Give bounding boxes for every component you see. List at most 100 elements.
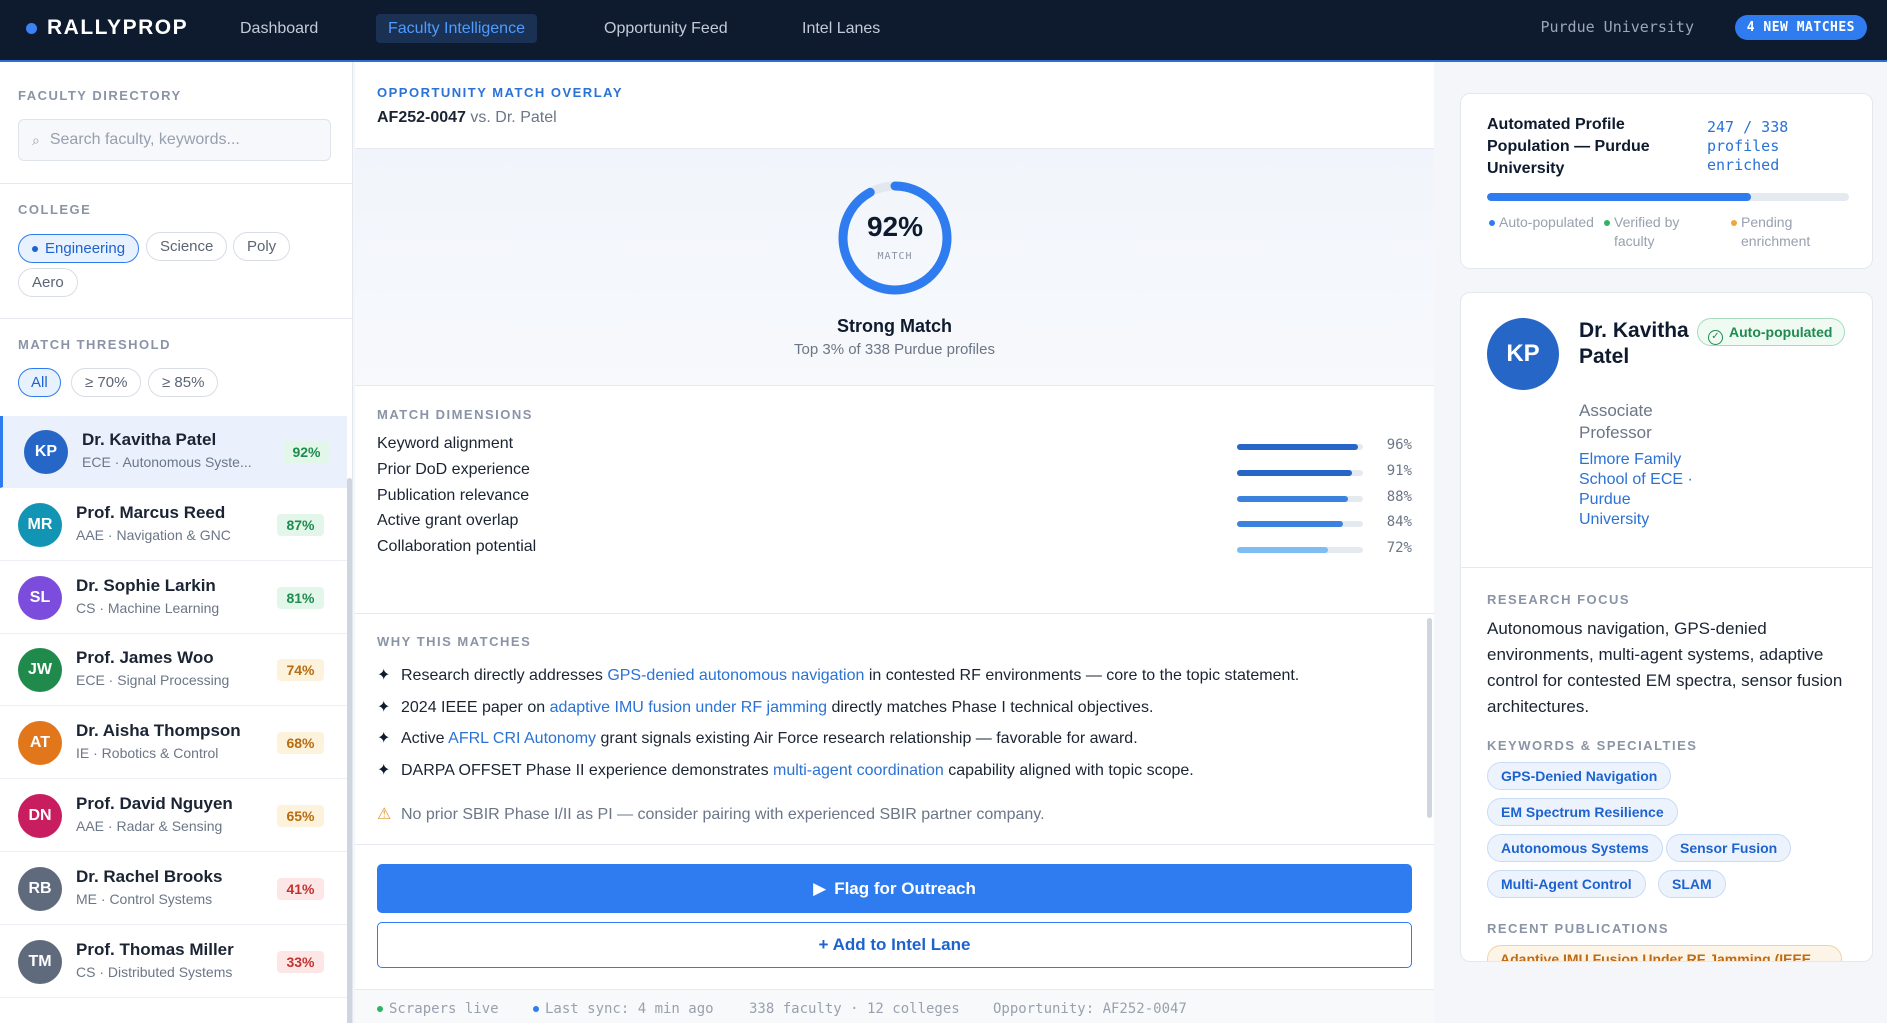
- live-dot-icon: [377, 1006, 383, 1012]
- college-chip-poly[interactable]: Poly: [233, 232, 291, 261]
- reason-highlight-link[interactable]: GPS-denied autonomous navigation: [607, 667, 864, 684]
- new-matches-badge[interactable]: 4 NEW MATCHES: [1734, 15, 1867, 40]
- nav-opportunity-feed[interactable]: Opportunity Feed: [592, 14, 740, 43]
- sync-text: Last sync: 4 min ago: [545, 1001, 714, 1017]
- opportunity-status: Opportunity: AF252-0047: [993, 1001, 1187, 1017]
- match-verdict: Strong Match: [837, 316, 952, 336]
- reason-text: Research directly addresses: [401, 667, 608, 684]
- faculty-department: ECE · Signal Processing: [76, 672, 230, 689]
- dimension-label: Keyword alignment: [377, 435, 514, 452]
- faculty-row[interactable]: MR Prof. Marcus Reed AAE · Navigation & GN…: [0, 489, 347, 561]
- overlay-title: OPPORTUNITY MATCH OVERLAY: [377, 85, 624, 100]
- match-score-hero: 92% MATCH Strong Match Top 3% of 338 Pur…: [355, 148, 1434, 386]
- keyword-chip[interactable]: Autonomous Systems: [1487, 834, 1663, 862]
- faculty-name: Prof. David Nguyen: [76, 794, 233, 813]
- reason-text: grant signals existing Air Force researc…: [596, 730, 1138, 748]
- legend-dot-icon: [1731, 220, 1737, 226]
- automation-card: Automated Profile Population — Purdue Un…: [1460, 93, 1873, 269]
- sync-dot-icon: [533, 1006, 539, 1012]
- dimension-value: 96%: [1386, 437, 1412, 453]
- legend-label: Pending enrichment: [1741, 214, 1811, 249]
- dimensions-title: MATCH DIMENSIONS: [377, 407, 533, 422]
- university-selector[interactable]: Purdue University: [1540, 18, 1694, 36]
- college-chip-science[interactable]: Science: [146, 232, 228, 261]
- brand-logo[interactable]: RALLYPROP: [26, 16, 188, 40]
- reason-row: ✦ Active AFRL CRI Autonomy grant signals …: [377, 728, 1138, 748]
- faculty-row[interactable]: AT Dr. Aisha Thompson IE · Robotics & Cont…: [0, 707, 347, 780]
- match-score-badge: 68%: [277, 732, 324, 755]
- legend-dot-icon: [1604, 220, 1610, 226]
- faculty-row[interactable]: JW Prof. James Woo ECE · Signal Processing…: [0, 634, 347, 707]
- dimension-bar-track: [1237, 495, 1363, 502]
- why-title: WHY THIS MATCHES: [377, 634, 532, 649]
- enrichment-progress-bar: [1487, 193, 1849, 201]
- threshold-chip-85[interactable]: ≥ 85%: [148, 368, 219, 397]
- nav-faculty-intelligence[interactable]: Faculty Intelligence: [376, 14, 537, 43]
- threshold-chip-all[interactable]: All: [18, 368, 61, 397]
- keyword-chip[interactable]: GPS-Denied Navigation: [1487, 762, 1672, 790]
- faculty-row[interactable]: DN Prof. David Nguyen AAE · Radar & Sensin…: [0, 780, 347, 852]
- sparkle-icon: ✦: [377, 698, 391, 716]
- flag-for-outreach-button[interactable]: ▶ Flag for Outreach: [377, 864, 1412, 913]
- dimension-bar-fill: [1237, 495, 1348, 502]
- faculty-search-input[interactable]: ⌕ Search faculty, keywords...: [18, 119, 331, 161]
- match-score-badge: 41%: [277, 877, 324, 900]
- nav-intel-lanes[interactable]: Intel Lanes: [790, 14, 892, 43]
- dimension-value: 84%: [1386, 514, 1412, 531]
- college-chip-aero[interactable]: Aero: [18, 268, 78, 297]
- legend-label: Auto-populated: [1499, 214, 1594, 230]
- check-circle-icon: ✓: [1708, 330, 1723, 345]
- reasons-scrollbar[interactable]: [1427, 618, 1432, 818]
- keyword-chip[interactable]: SLAM: [1658, 870, 1726, 898]
- dimension-bar-track: [1237, 444, 1363, 450]
- dimension-bar-track: [1237, 547, 1363, 554]
- match-label: MATCH: [877, 251, 913, 262]
- reason-row: ✦ DARPA OFFSET Phase II experience demons…: [377, 760, 1194, 780]
- reason-text: directly matches Phase I technical objec…: [827, 698, 1154, 716]
- match-score-badge: 33%: [277, 950, 324, 973]
- faculty-row[interactable]: RB Dr. Rachel Brooks ME · Control Systems 4…: [0, 853, 347, 925]
- scrapers-status: Scrapers live: [377, 1001, 499, 1017]
- play-icon: ▶: [813, 878, 827, 898]
- match-verdict-sub: Top 3% of 338 Purdue profiles: [794, 341, 995, 358]
- faculty-avatar: JW: [18, 648, 62, 693]
- faculty-row[interactable]: KP Dr. Kavitha Patel ECE · Autonomous Syst…: [0, 416, 347, 488]
- match-score-badge: 81%: [277, 586, 324, 609]
- faculty-profile-card: KP Dr. Kavitha Patel Associate Professor…: [1460, 292, 1873, 962]
- dimension-bar-track: [1237, 469, 1363, 476]
- vs-faculty: vs. Dr. Patel: [470, 109, 557, 126]
- keyword-chip[interactable]: Sensor Fusion: [1666, 834, 1792, 862]
- reason-highlight-link[interactable]: AFRL CRI Autonomy: [448, 730, 596, 747]
- profile-department-link[interactable]: Elmore Family School of ECE · Purdue Uni…: [1579, 450, 1699, 530]
- faculty-department: ECE · Autonomous Syste...: [82, 454, 252, 470]
- research-focus-text: Autonomous navigation, GPS-denied enviro…: [1487, 619, 1843, 716]
- faculty-department: ME · Control Systems: [76, 890, 213, 907]
- dimension-label: Prior DoD experience: [377, 460, 530, 478]
- status-bar: Scrapers live Last sync: 4 min ago 338 f…: [355, 989, 1434, 1023]
- dimension-bar-fill: [1237, 444, 1358, 450]
- faculty-name: Prof. Thomas Miller: [76, 939, 234, 959]
- faculty-name: Dr. Sophie Larkin: [76, 575, 216, 595]
- faculty-row[interactable]: TM Prof. Thomas Miller CS · Distributed Sy…: [0, 926, 347, 998]
- threshold-chip-70[interactable]: ≥ 70%: [71, 368, 142, 397]
- reason-highlight-link[interactable]: adaptive IMU fusion under RF jamming: [550, 699, 827, 716]
- faculty-row[interactable]: SL Dr. Sophie Larkin CS · Machine Learning…: [0, 562, 347, 634]
- warning-row: ⚠ No prior SBIR Phase I/II as PI — consid…: [377, 804, 1045, 824]
- nav-dashboard[interactable]: Dashboard: [228, 14, 330, 43]
- keyword-chip[interactable]: Multi-Agent Control: [1487, 870, 1646, 898]
- faculty-list-scrollbar[interactable]: [347, 478, 352, 1023]
- faculty-name: Dr. Kavitha Patel: [82, 430, 217, 449]
- threshold-title: MATCH THRESHOLD: [18, 337, 171, 352]
- add-to-intel-lane-button[interactable]: + Add to Intel Lane: [377, 922, 1412, 968]
- search-icon: ⌕: [32, 131, 40, 148]
- keywords-title: KEYWORDS & SPECIALTIES: [1487, 738, 1698, 753]
- keyword-chip[interactable]: EM Spectrum Resilience: [1487, 798, 1678, 826]
- match-percentage: 92%: [866, 211, 924, 242]
- publication-chip[interactable]: Adaptive IMU Fusion Under RF Jamming (IE…: [1487, 945, 1842, 961]
- faculty-department: AAE · Radar & Sensing: [76, 818, 223, 834]
- sync-status: Last sync: 4 min ago: [533, 1001, 714, 1017]
- college-chip-engineering[interactable]: Engineering: [18, 234, 140, 263]
- reason-highlight-link[interactable]: multi-agent coordination: [773, 762, 944, 779]
- faculty-name: Dr. Aisha Thompson: [76, 721, 241, 741]
- dimension-label: Active grant overlap: [377, 512, 519, 530]
